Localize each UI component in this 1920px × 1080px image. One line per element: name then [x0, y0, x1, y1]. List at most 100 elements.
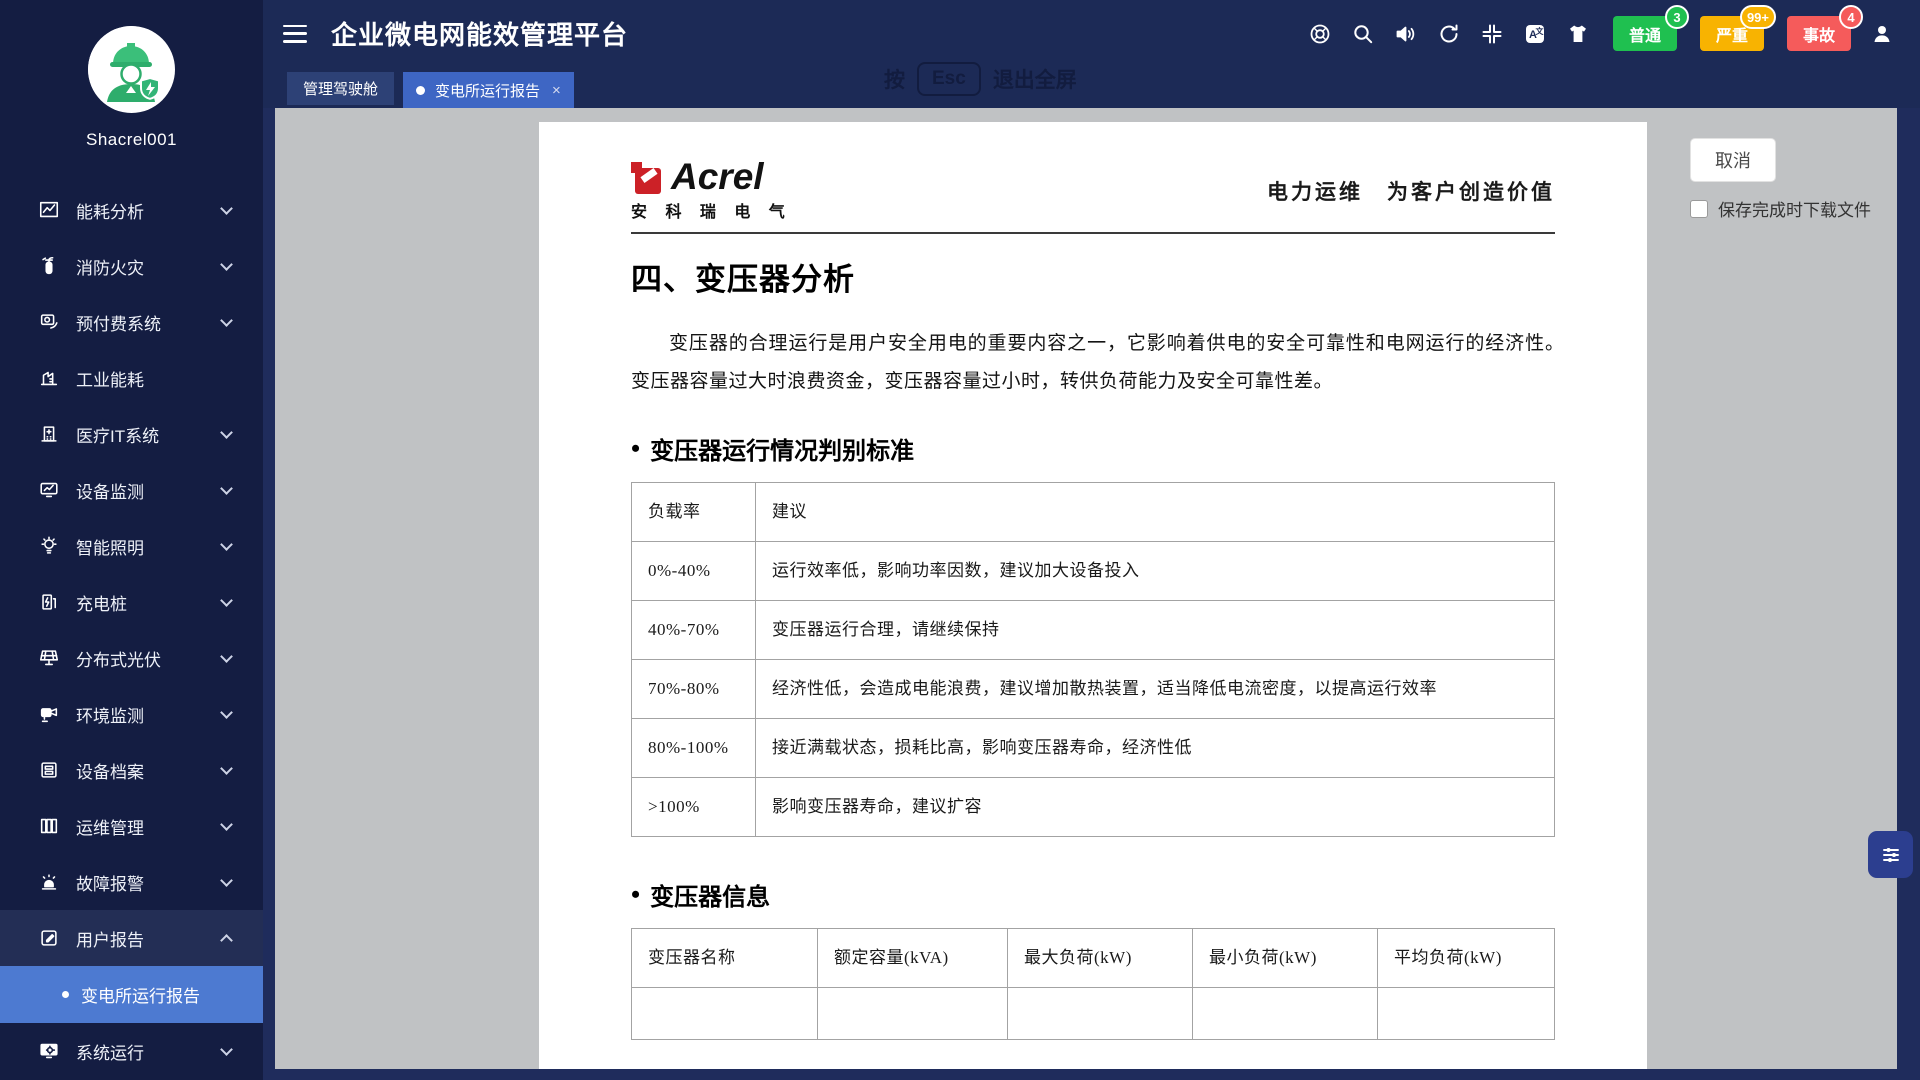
- volume-icon[interactable]: [1394, 22, 1418, 46]
- col-header: 最小负荷(kW): [1193, 929, 1378, 988]
- system-gear-icon: [38, 1040, 60, 1062]
- sliders-icon: [1879, 843, 1903, 867]
- sidebar-item-label: 环境监测: [76, 702, 144, 727]
- user-name: Shacrel001: [0, 130, 263, 150]
- cell-load-rate: 70%-80%: [632, 660, 756, 719]
- sidebar-item-device-monitoring[interactable]: 设备监测: [0, 462, 263, 518]
- tab-dashboard[interactable]: 管理驾驶舱: [287, 72, 394, 105]
- sidebar-item-label: 充电桩: [76, 590, 127, 615]
- refresh-icon[interactable]: [1437, 22, 1461, 46]
- transformer-info-heading: • 变压器信息: [631, 877, 1555, 912]
- industry-icon: [38, 367, 60, 389]
- header-rule: [631, 232, 1555, 234]
- sidebar-item-label: 智能照明: [76, 534, 144, 559]
- sidebar-item-label: 预付费系统: [76, 310, 161, 335]
- sidebar-item-medical-it[interactable]: 医疗IT系统: [0, 406, 263, 462]
- sidebar-item-prepaid-system[interactable]: 预付费系统: [0, 294, 263, 350]
- sidebar-item-label: 工业能耗: [76, 366, 144, 391]
- alarm-accident-button[interactable]: 事故 4: [1787, 16, 1851, 51]
- sidebar-item-distributed-pv[interactable]: 分布式光伏: [0, 630, 263, 686]
- sidebar-item-label: 设备监测: [76, 478, 144, 503]
- alarm-light-icon: [38, 871, 60, 893]
- charging-station-icon: [38, 591, 60, 613]
- report-settings-fab[interactable]: [1868, 831, 1913, 878]
- cancel-button[interactable]: 取消: [1690, 138, 1776, 182]
- main-area: Acrel 安 科 瑞 电 气 电力运维 为客户创造价值 四、变压器分析 变压器…: [263, 108, 1920, 1080]
- chevron-down-icon: [220, 594, 233, 607]
- theme-tshirt-icon[interactable]: [1566, 22, 1590, 46]
- lightbulb-icon: [38, 535, 60, 557]
- chevron-down-icon: [220, 482, 233, 495]
- sidebar-item-ops-management[interactable]: 运维管理: [0, 798, 263, 854]
- chevron-down-icon: [220, 650, 233, 663]
- table-row: 70%-80% 经济性低，会造成电能浪费，建议增加散热装置，适当降低电流密度，以…: [632, 660, 1555, 719]
- tab-label: 变电所运行报告: [435, 80, 540, 101]
- report-preview-panel: Acrel 安 科 瑞 电 气 电力运维 为客户创造价值 四、变压器分析 变压器…: [275, 108, 1897, 1069]
- sidebar-item-fire-safety[interactable]: 消防火灾: [0, 238, 263, 294]
- active-subitem-dot: [62, 991, 69, 998]
- alarm-normal-button[interactable]: 普通 3: [1613, 16, 1677, 51]
- alarm-severe-button[interactable]: 严重 99+: [1700, 16, 1764, 51]
- tab-close-icon[interactable]: ×: [552, 83, 561, 98]
- sidebar-item-charging-pile[interactable]: 充电桩: [0, 574, 263, 630]
- table-header-row: 负载率 建议: [632, 483, 1555, 542]
- chevron-up-icon: [220, 934, 233, 947]
- user-profile-icon[interactable]: [1870, 22, 1894, 46]
- sidebar-subitem-substation-report[interactable]: 变电所运行报告: [0, 966, 263, 1023]
- chevron-down-icon: [220, 258, 233, 271]
- cell-advice: 接近满载状态，损耗比高，影响变压器寿命，经济性低: [756, 719, 1555, 778]
- tab-substation-report[interactable]: 变电所运行报告 ×: [403, 72, 574, 109]
- bullet-glyph: •: [631, 880, 640, 910]
- chart-line-icon: [38, 199, 60, 221]
- sidebar-item-industrial-energy[interactable]: 工业能耗: [0, 350, 263, 406]
- support-ring-icon[interactable]: [1308, 22, 1332, 46]
- table-row: >100% 影响变压器寿命，建议扩容: [632, 778, 1555, 837]
- svg-text:文: 文: [1536, 26, 1545, 36]
- alarm-accident-count-badge: 4: [1839, 5, 1863, 29]
- report-brand-row: Acrel 安 科 瑞 电 气 电力运维 为客户创造价值: [631, 158, 1555, 224]
- report-section-title: 四、变压器分析: [631, 254, 1555, 299]
- exit-fullscreen-icon[interactable]: [1480, 22, 1504, 46]
- sidebar-item-user-reports[interactable]: 用户报告: [0, 910, 263, 966]
- acrel-logo-subtext: 安 科 瑞 电 气: [631, 198, 792, 222]
- chevron-down-icon: [220, 818, 233, 831]
- transformer-info-heading-text: 变压器信息: [650, 877, 770, 912]
- brand-slogan: 电力运维 为客户创造价值: [1267, 176, 1555, 206]
- chevron-down-icon: [220, 202, 233, 215]
- sidebar-item-energy-analysis[interactable]: 能耗分析: [0, 182, 263, 238]
- sidebar-item-environment-monitoring[interactable]: 环境监测: [0, 686, 263, 742]
- hospital-icon: [38, 423, 60, 445]
- chevron-down-icon: [220, 762, 233, 775]
- fire-extinguisher-icon: [38, 255, 60, 277]
- cell-load-rate: 80%-100%: [632, 719, 756, 778]
- top-header: 企业微电网能效管理平台 A文 普通: [263, 0, 1920, 67]
- bullet-glyph: •: [631, 434, 640, 464]
- sidebar-item-fault-alarm[interactable]: 故障报警: [0, 854, 263, 910]
- report-page: Acrel 安 科 瑞 电 气 电力运维 为客户创造价值 四、变压器分析 变压器…: [539, 122, 1647, 1069]
- download-checkbox[interactable]: [1690, 200, 1708, 218]
- alarm-normal-count-badge: 3: [1665, 5, 1689, 29]
- download-checkbox-label: 保存完成时下载文件: [1718, 196, 1871, 221]
- chevron-down-icon: [220, 874, 233, 887]
- table-row: 80%-100% 接近满载状态，损耗比高，影响变压器寿命，经济性低: [632, 719, 1555, 778]
- solar-panel-icon: [38, 647, 60, 669]
- sidebar-item-label: 医疗IT系统: [76, 422, 159, 447]
- col-header: 建议: [756, 483, 1555, 542]
- sidebar-item-label: 运维管理: [76, 814, 144, 839]
- app-window: Shacrel001 能耗分析 消防火灾 预付费系统: [0, 0, 1920, 1080]
- search-icon[interactable]: [1351, 22, 1375, 46]
- sidebar-item-system-run[interactable]: 系统运行: [0, 1023, 263, 1079]
- table-row: [632, 988, 1555, 1040]
- cell-advice: 运行效率低，影响功率因数，建议加大设备投入: [756, 542, 1555, 601]
- translate-icon[interactable]: A文: [1523, 22, 1547, 46]
- cell-advice: 经济性低，会造成电能浪费，建议增加散热装置，适当降低电流密度，以提高运行效率: [756, 660, 1555, 719]
- sidebar-item-smart-lighting[interactable]: 智能照明: [0, 518, 263, 574]
- sidebar-item-device-archive[interactable]: 设备档案: [0, 742, 263, 798]
- app-title: 企业微电网能效管理平台: [331, 15, 628, 52]
- sidebar-subitem-label: 变电所运行报告: [81, 982, 200, 1007]
- alarm-normal-label: 普通: [1629, 22, 1661, 46]
- hamburger-menu-icon[interactable]: [283, 25, 307, 43]
- sidebar-item-label: 设备档案: [76, 758, 144, 783]
- table-header-row: 变压器名称 额定容量(kVA) 最大负荷(kW) 最小负荷(kW) 平均负荷(k…: [632, 929, 1555, 988]
- col-header: 负载率: [632, 483, 756, 542]
